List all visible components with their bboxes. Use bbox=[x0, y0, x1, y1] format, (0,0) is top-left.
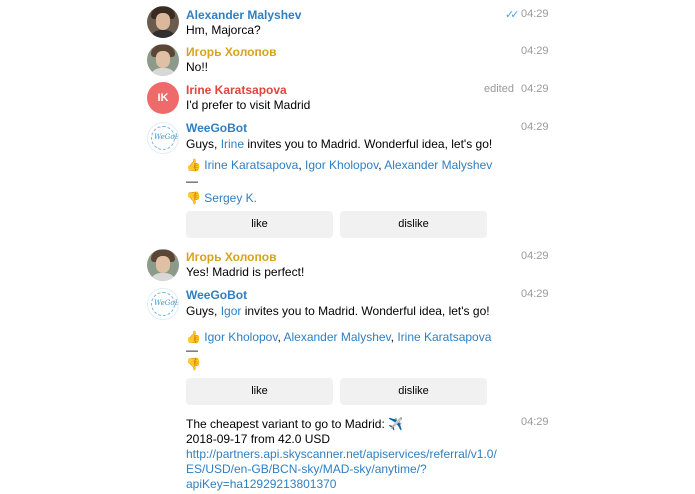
message-time: 04:29 bbox=[521, 288, 549, 300]
thumbs-up-icon: 👍 bbox=[186, 158, 201, 172]
skyscanner-link-cont[interactable]: ES/USD/en-GB/BCN-sky/MAD-sky/anytime/? bbox=[186, 461, 427, 477]
dislike-button[interactable]: dislike bbox=[340, 378, 487, 405]
invite-text-pre: Guys, bbox=[186, 304, 221, 318]
voter-link[interactable]: Sergey K. bbox=[204, 191, 257, 205]
like-button[interactable]: like bbox=[186, 378, 333, 405]
thumbs-down-icon: 👎 bbox=[186, 357, 201, 371]
invite-line: Guys, Igor invites you to Madrid. Wonder… bbox=[186, 303, 490, 319]
avatar-weegobot[interactable]: WeGoBot bbox=[147, 122, 179, 154]
voter-link[interactable]: Igor Kholopov bbox=[305, 158, 378, 172]
avatar-igor[interactable] bbox=[147, 249, 179, 281]
mention-link[interactable]: Irine bbox=[221, 137, 244, 151]
mention-link[interactable]: Igor bbox=[221, 304, 242, 318]
voter-link[interactable]: Igor Kholopov bbox=[204, 330, 277, 344]
like-voters-line: 👍 Igor Kholopov, Alexander Malyshev, Iri… bbox=[186, 330, 492, 344]
price-headline: The cheapest variant to go to Madrid: ✈️ bbox=[186, 417, 404, 431]
like-voters-line: 👍 Irine Karatsapova, Igor Kholopov, Alex… bbox=[186, 158, 493, 172]
avatar-irine[interactable]: IK bbox=[147, 82, 179, 114]
like-button[interactable]: like bbox=[186, 211, 333, 238]
author-name[interactable]: Игорь Холопов bbox=[186, 45, 276, 59]
message-time: 04:29 bbox=[521, 250, 549, 262]
avatar-alexander[interactable] bbox=[147, 6, 179, 38]
dislike-voters-line: 👎 Sergey K. bbox=[186, 190, 257, 206]
avatar-igor[interactable] bbox=[147, 44, 179, 76]
author-name[interactable]: WeeGoBot bbox=[186, 288, 247, 302]
message-text: Hm, Majorca? bbox=[186, 23, 261, 37]
separator: — bbox=[186, 174, 198, 188]
message-time: 04:29 bbox=[521, 121, 549, 133]
bot-logo: WeGoBot bbox=[154, 299, 179, 307]
message-time: 04:29 bbox=[521, 45, 549, 57]
dislike-button[interactable]: dislike bbox=[340, 211, 487, 238]
dislike-voters-line: 👎 bbox=[186, 356, 201, 372]
voter-link[interactable]: Irine Karatsapova bbox=[204, 158, 298, 172]
invite-line: Guys, Irine invites you to Madrid. Wonde… bbox=[186, 136, 492, 152]
voter-link[interactable]: Alexander Malyshev bbox=[384, 158, 492, 172]
message-text: Yes! Madrid is perfect! bbox=[186, 265, 305, 279]
invite-text-pre: Guys, bbox=[186, 137, 221, 151]
invite-text-post: invites you to Madrid. Wonderful idea, l… bbox=[241, 304, 490, 318]
message-time: 04:29 bbox=[521, 8, 549, 20]
message-time: 04:29 bbox=[521, 83, 549, 95]
bot-logo: WeGoBot bbox=[154, 133, 179, 141]
avatar-weegobot[interactable]: WeGoBot bbox=[147, 288, 179, 320]
skyscanner-link[interactable]: http://partners.api.skyscanner.net/apise… bbox=[186, 446, 497, 462]
skyscanner-link-cont[interactable]: apiKey=ha12929213801370 bbox=[186, 476, 336, 492]
author-name[interactable]: WeeGoBot bbox=[186, 121, 247, 135]
voter-link[interactable]: Alexander Malyshev bbox=[283, 330, 390, 344]
author-name[interactable]: Игорь Холопов bbox=[186, 250, 276, 264]
message-text: I'd prefer to visit Madrid bbox=[186, 98, 311, 112]
invite-text-post: invites you to Madrid. Wonderful idea, l… bbox=[244, 137, 493, 151]
price-detail: 2018-09-17 from 42.0 USD bbox=[186, 432, 331, 446]
double-check-icon: ✓✓ bbox=[505, 9, 520, 21]
voter-link[interactable]: Irine Karatsapova bbox=[397, 330, 491, 344]
message-time: 04:29 bbox=[521, 416, 549, 428]
author-name[interactable]: Irine Karatsapova bbox=[186, 83, 287, 97]
thumbs-down-icon: 👎 bbox=[186, 191, 201, 205]
message-text: No!! bbox=[186, 60, 209, 74]
edited-label: edited bbox=[484, 83, 514, 95]
author-name[interactable]: Alexander Malyshev bbox=[186, 8, 301, 22]
